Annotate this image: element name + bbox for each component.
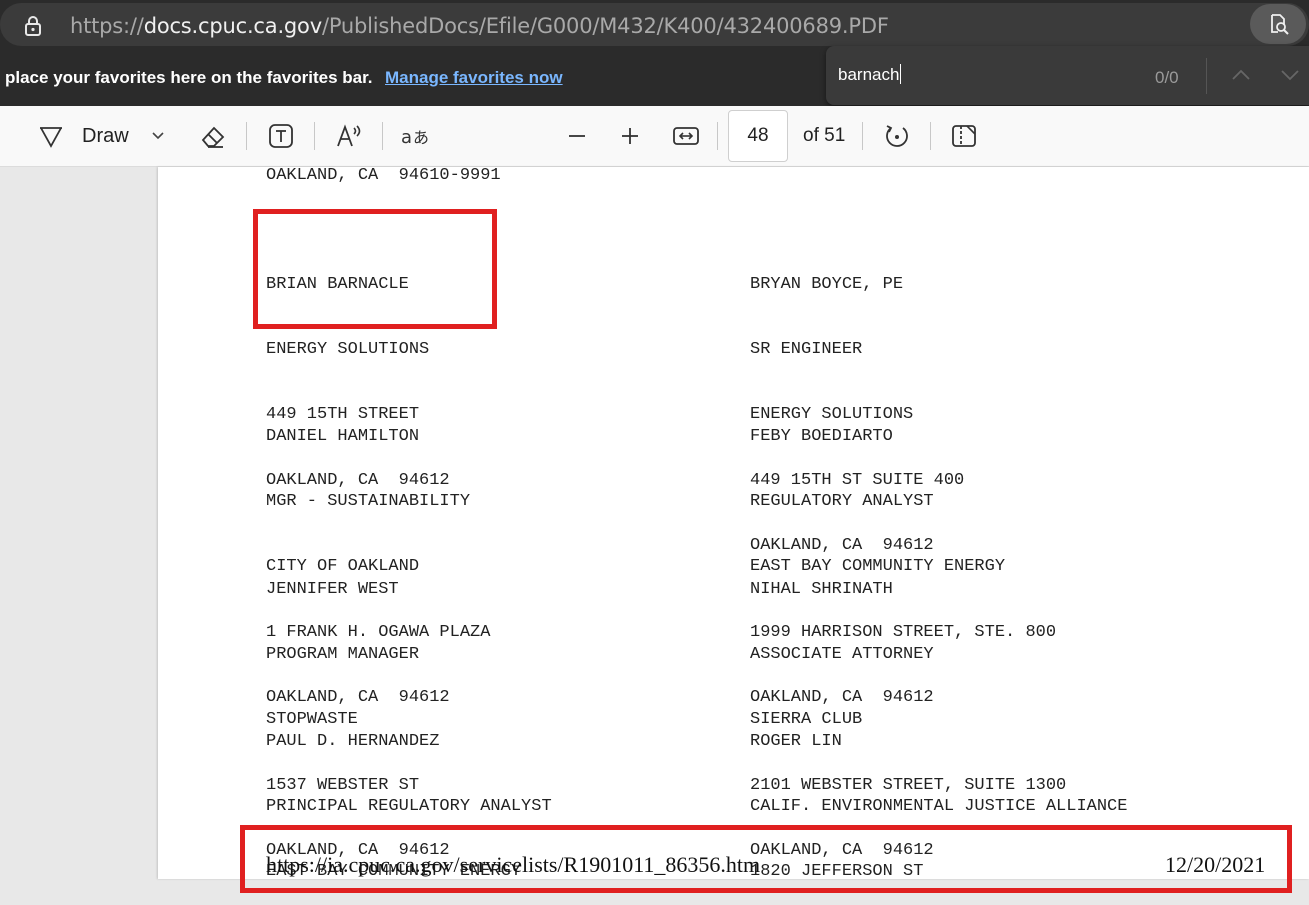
footer-date: 12/20/2021 [1165,852,1266,877]
entry-name: ROGER LIN [750,731,842,751]
find-result-count: 0/0 [1155,68,1179,87]
favorites-hint: place your favorites here on the favorit… [5,68,373,87]
toolbar-divider [717,122,718,150]
zoom-out-icon[interactable] [565,122,589,150]
read-aloud-icon[interactable] [335,122,363,150]
toolbar-divider [862,122,863,150]
entry-name: BRYAN BOYCE, PE [750,274,904,294]
entry-line: SR ENGINEER [750,339,863,359]
text-box-icon[interactable] [267,122,295,150]
page-view-icon[interactable] [950,122,978,150]
svg-text:a: a [401,127,412,148]
fit-width-icon[interactable] [672,122,700,150]
chevron-up-icon[interactable] [1230,64,1252,86]
url-path: /PublishedDocs/Efile/G000/M432/K400/4324… [321,14,889,38]
pdf-toolbar: Draw a あ 48 of 51 [0,106,1309,167]
url-field[interactable]: https://docs.cpuc.ca.gov/PublishedDocs/E… [0,3,1309,46]
page-number-input[interactable]: 48 [728,110,788,162]
toolbar-divider [246,122,247,150]
draw-icon[interactable] [37,122,65,150]
entry-name: NIHAL SHRINATH [750,579,893,599]
page-total: of 51 [803,125,846,146]
entry-line: REGULATORY ANALYST [750,491,934,511]
chevron-down-icon[interactable] [149,126,167,144]
entry-name: FEBY BOEDIARTO [750,426,893,446]
page-search-button[interactable] [1250,4,1306,44]
entry-line: CALIF. ENVIRONMENTAL JUSTICE ALLIANCE [750,796,1128,816]
entry-name: PAUL D. HERNANDEZ [266,731,440,751]
entry-line: PROGRAM MANAGER [266,644,420,664]
draw-button[interactable]: Draw [82,125,129,148]
entry-line: ENERGY SOLUTIONS [266,339,430,359]
chevron-down-icon[interactable] [1279,64,1301,86]
zoom-in-icon[interactable] [618,122,642,150]
entry-line: PRINCIPAL REGULATORY ANALYST [266,796,552,816]
toolbar-divider [382,122,383,150]
rotate-icon[interactable] [883,122,911,150]
url-text[interactable]: https://docs.cpuc.ca.gov/PublishedDocs/E… [70,14,889,38]
manage-favorites-link[interactable]: Manage favorites now [385,68,563,88]
highlight-box [253,209,497,329]
entry-name: DANIEL HAMILTON [266,426,420,446]
toolbar-divider [930,122,931,150]
lock-icon[interactable] [22,15,44,37]
find-divider [1206,58,1207,94]
address-bar: https://docs.cpuc.ca.gov/PublishedDocs/E… [0,0,1309,50]
entry-line: MGR - SUSTAINABILITY [266,491,471,511]
eraser-icon[interactable] [199,122,227,150]
find-bar: barnach 0/0 [826,46,1309,105]
find-input[interactable]: barnach [838,64,901,85]
toolbar-divider [314,122,315,150]
footer-url: https://ia.cpuc.ca.gov/servicelists/R190… [266,852,761,877]
entry-line: ASSOCIATE ATTORNEY [750,644,934,664]
svg-text:あ: あ [413,128,429,147]
translate-icon[interactable]: a あ [400,122,432,150]
document-search-icon [1271,14,1289,35]
url-prefix: https:// [70,14,144,38]
url-host: docs.cpuc.ca.gov [143,14,322,38]
address-line: OAKLAND, CA 94610-9991 [266,166,501,185]
entry-name: JENNIFER WEST [266,579,399,599]
